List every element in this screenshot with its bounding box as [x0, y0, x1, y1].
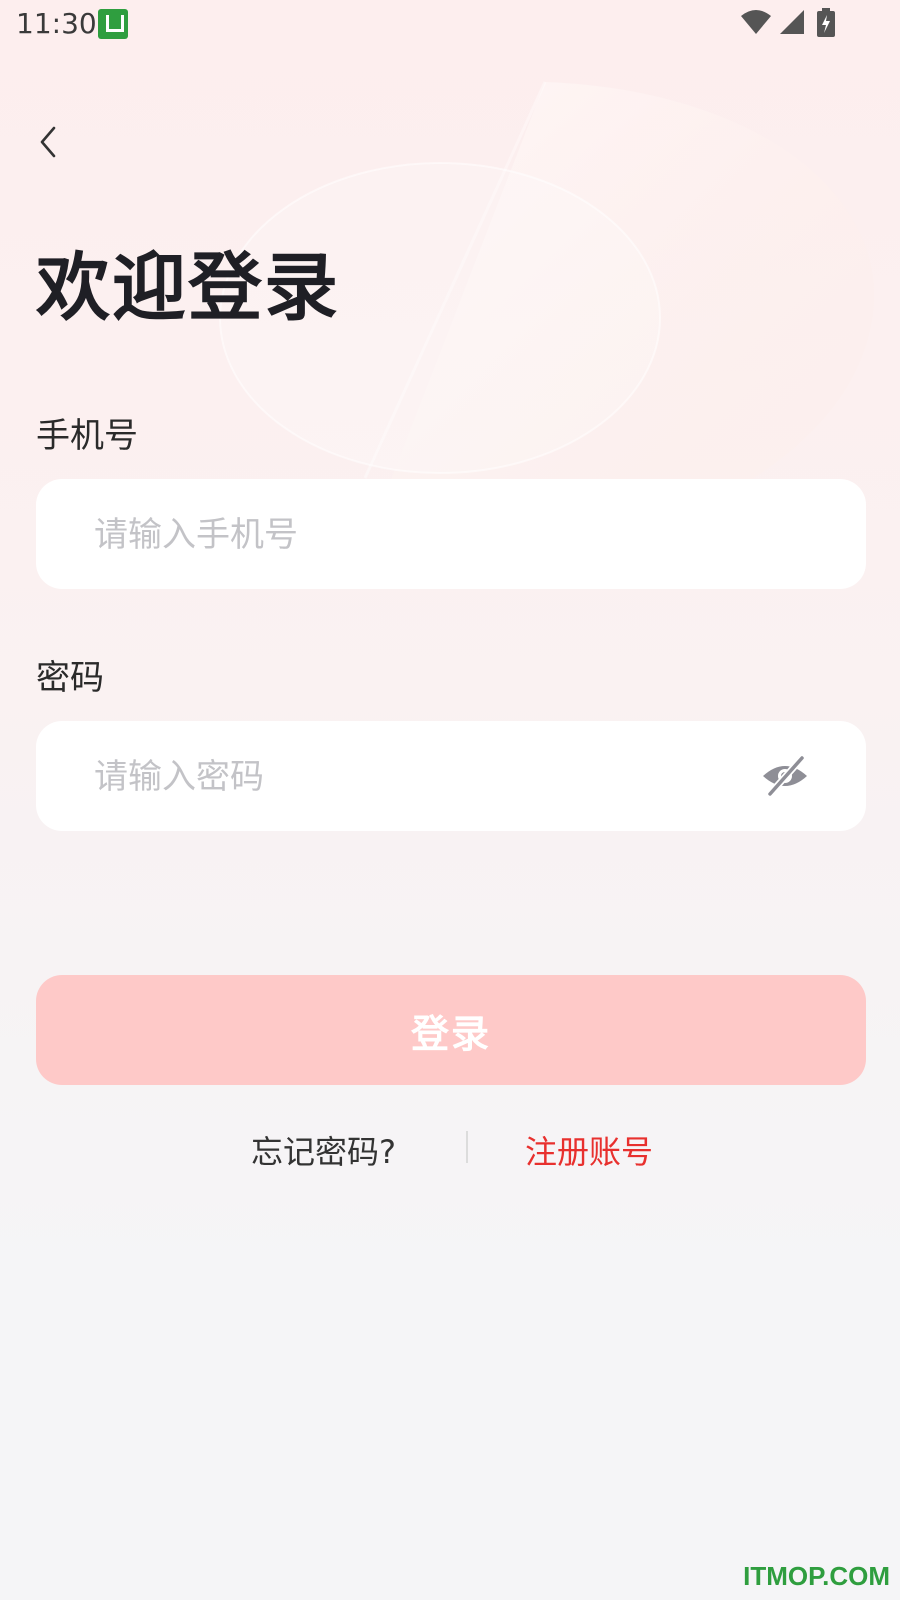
phone-field-container: [36, 479, 866, 591]
status-bar: 11:30: [0, 0, 900, 50]
login-button[interactable]: 登录: [36, 975, 866, 1085]
app-notification-icon: [98, 9, 128, 39]
login-button-label: 登录: [410, 1013, 491, 1056]
password-label: 密码: [36, 658, 104, 698]
forgot-password-link[interactable]: 忘记密码?: [251, 1127, 396, 1173]
password-input[interactable]: [92, 721, 736, 833]
phone-input[interactable]: [92, 479, 736, 591]
background-decoration: [219, 81, 875, 580]
status-time: 11:30: [16, 7, 97, 40]
wifi-icon: [741, 10, 771, 34]
password-visibility-toggle[interactable]: [760, 754, 810, 798]
register-link[interactable]: 注册账号: [525, 1127, 653, 1173]
phone-label: 手机号: [36, 416, 138, 456]
bottom-links: 忘记密码? 注册账号: [0, 1127, 900, 1173]
password-field-container: [36, 721, 866, 833]
page-title: 欢迎登录: [36, 245, 340, 331]
eye-off-icon: [763, 754, 807, 798]
links-divider: [466, 1131, 468, 1163]
signal-icon: [780, 10, 804, 34]
back-button[interactable]: [30, 122, 70, 162]
battery-charging-icon: [817, 8, 835, 37]
watermark: ITMOP.COM: [743, 1561, 890, 1591]
chevron-left-icon: [40, 126, 56, 158]
